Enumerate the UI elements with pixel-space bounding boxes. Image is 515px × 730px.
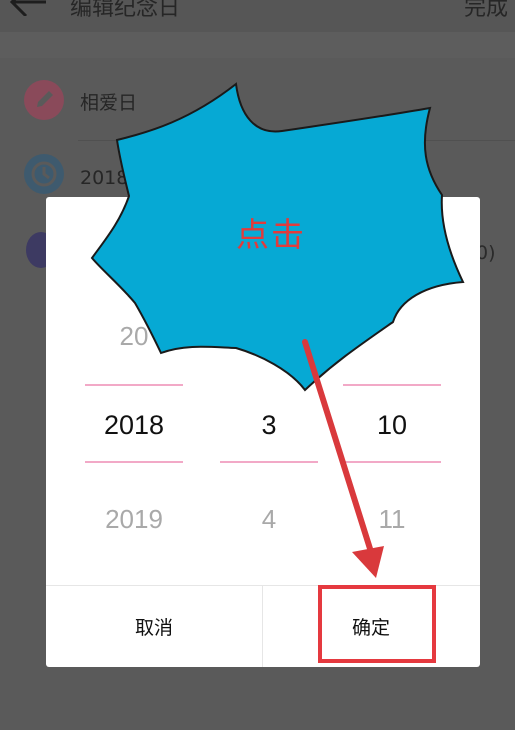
back-arrow-icon[interactable]: [8, 0, 48, 16]
day-column[interactable]: 10 11: [343, 197, 441, 587]
picker-separator: [85, 461, 183, 463]
year-column[interactable]: 20 2018 2019: [85, 197, 183, 587]
cancel-button[interactable]: 取消: [46, 586, 262, 667]
picker-separator: [343, 384, 441, 386]
picker-separator: [220, 461, 318, 463]
pencil-icon: [24, 80, 64, 120]
day-below: 11: [378, 504, 406, 534]
callout-text: 点击: [236, 215, 306, 254]
page-title: 编辑纪念日: [70, 0, 181, 21]
row-divider: [78, 140, 515, 141]
anniversary-name: 相爱日: [80, 92, 138, 114]
name-row[interactable]: 相爱日: [0, 68, 515, 141]
anniversary-date: 2018年: [80, 167, 148, 189]
picker-separator: [343, 461, 441, 463]
picker-separator: [85, 384, 183, 386]
clock-icon: [24, 154, 64, 194]
day-selected: 10: [376, 410, 408, 440]
year-above: 20: [119, 321, 149, 351]
confirm-highlight-box: [318, 585, 436, 663]
done-button[interactable]: 完成: [464, 0, 508, 22]
date-row[interactable]: 2018年: [0, 144, 515, 204]
year-selected: 2018: [103, 410, 165, 440]
month-selected: 3: [261, 410, 277, 440]
year-below: 2019: [105, 504, 163, 534]
month-below: 4: [261, 504, 277, 534]
top-bar: 编辑纪念日 完成: [0, 0, 515, 32]
